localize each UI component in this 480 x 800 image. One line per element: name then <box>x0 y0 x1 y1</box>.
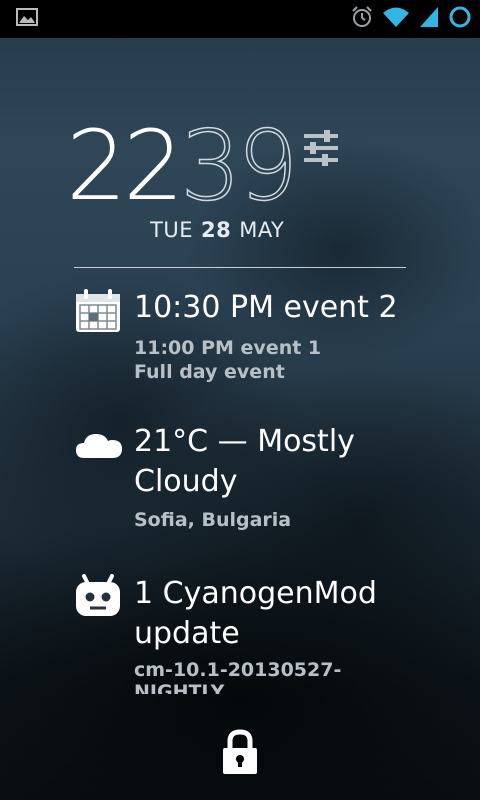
cyanogenmod-mascot-icon <box>74 574 122 622</box>
status-bar <box>0 0 480 38</box>
cm-update-detail: cm-10.1-20130527- <box>134 659 342 681</box>
date-line: TUE 28 MAY <box>150 218 284 242</box>
weekday: TUE <box>150 218 193 242</box>
weather-summary: 21°C — Mostly Cloudy <box>134 424 355 499</box>
clock: 22 39 <box>66 110 299 222</box>
divider <box>74 267 406 268</box>
clock-minutes: 39 <box>179 110 299 222</box>
cm-update-title: 1 CyanogenMod update <box>134 576 377 651</box>
battery-ring-icon <box>448 5 472 33</box>
month: MAY <box>239 218 285 242</box>
padlock-icon[interactable] <box>220 728 260 780</box>
weather-location: Sofia, Bulgaria <box>134 509 292 531</box>
sliders-icon[interactable] <box>300 128 342 172</box>
day-number: 28 <box>200 218 232 242</box>
signal-icon <box>418 5 440 33</box>
calendar-icon <box>74 288 122 338</box>
calendar-third-event: Full day event <box>134 361 285 383</box>
cm-update-detail-cut: NIGHTLY <box>134 681 225 694</box>
calendar-second-event: 11:00 PM event 1 <box>134 337 322 359</box>
clock-hours: 22 <box>66 110 184 222</box>
cloud-icon <box>74 426 124 466</box>
image-icon <box>16 8 38 30</box>
wifi-icon <box>382 5 410 33</box>
calendar-next-event: 10:30 PM event 2 <box>134 290 398 325</box>
alarm-icon <box>350 5 374 33</box>
